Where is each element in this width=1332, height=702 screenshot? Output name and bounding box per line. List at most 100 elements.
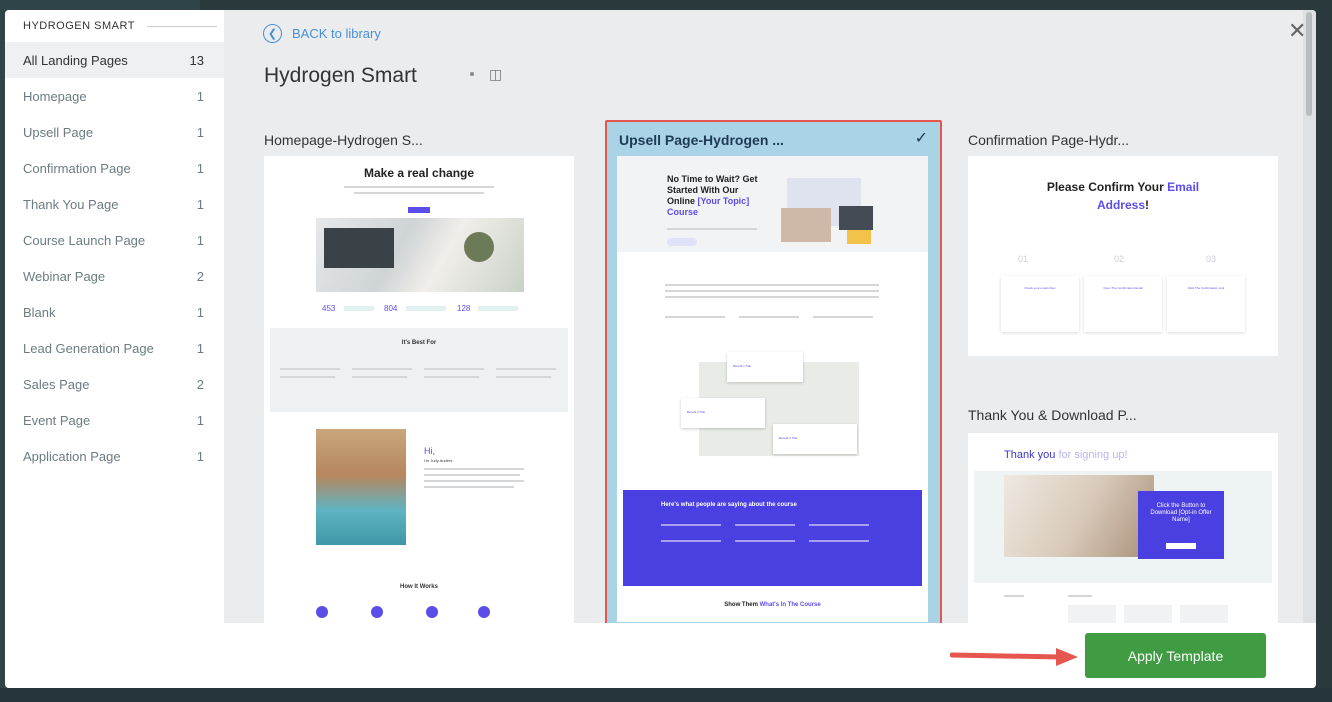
- headline-punct: !: [1145, 198, 1150, 212]
- separator-dot: [470, 72, 474, 76]
- cta-text: Click the Button to Download [Opt-in Off…: [1150, 503, 1212, 523]
- thumb-image: [316, 218, 524, 292]
- monitor-shape: [324, 228, 394, 268]
- text-placeholder: [665, 296, 879, 298]
- text-placeholder: [661, 540, 721, 542]
- step-dot: [371, 606, 383, 618]
- cta-button: [1166, 543, 1196, 549]
- modal-footer: Apply Template: [5, 623, 1316, 688]
- text-placeholder: [424, 468, 524, 470]
- sidebar-item-all-landing-pages[interactable]: All Landing Pages 13: [5, 42, 224, 78]
- sidebar-item-homepage[interactable]: Homepage 1: [5, 78, 224, 114]
- sidebar-item-count: 1: [196, 88, 204, 104]
- text-placeholder: [424, 376, 479, 378]
- card-title-confirmation[interactable]: Confirmation Page-Hydr...: [968, 132, 1129, 148]
- text-placeholder: [665, 284, 879, 286]
- text-placeholder: [735, 540, 795, 542]
- text-placeholder: [813, 316, 873, 318]
- apply-template-button[interactable]: Apply Template: [1085, 633, 1266, 678]
- heading-part: What's In The Course: [759, 602, 821, 608]
- sidebar-item-webinar-page[interactable]: Webinar Page 2: [5, 258, 224, 294]
- sitemap-icon[interactable]: ◫: [489, 66, 502, 83]
- benefit-title: Benefit 2 Title: [687, 410, 706, 414]
- text-placeholder: [352, 368, 412, 370]
- thumb-headline-2: Address!: [968, 198, 1278, 212]
- sidebar-item-course-launch-page[interactable]: Course Launch Page 1: [5, 222, 224, 258]
- thumb-greeting: Hi,: [424, 446, 435, 456]
- text-placeholder: [280, 368, 340, 370]
- sidebar-item-label: Lead Generation Page: [23, 340, 154, 356]
- chevron-left-icon: ❮: [263, 24, 282, 43]
- text-placeholder: [424, 474, 520, 476]
- sidebar-item-label: Upsell Page: [23, 124, 94, 140]
- sidebar-item-upsell-page[interactable]: Upsell Page 1: [5, 114, 224, 150]
- sidebar-item-lead-generation-page[interactable]: Lead Generation Page 1: [5, 330, 224, 366]
- sidebar-item-count: 1: [196, 160, 204, 176]
- sidebar-item-sales-page[interactable]: Sales Page 2: [5, 366, 224, 402]
- section-heading: Show Them What's In The Course: [617, 602, 928, 608]
- text-placeholder: [424, 480, 524, 482]
- product-card: [1068, 605, 1116, 623]
- text-placeholder: [496, 368, 556, 370]
- headline-part: Online: [667, 196, 696, 206]
- thumb-author: I'm Judy Anders: [424, 458, 453, 463]
- hero-section: [617, 156, 928, 252]
- sidebar-item-event-page[interactable]: Event Page 1: [5, 402, 224, 438]
- back-label: BACK to library: [292, 26, 381, 41]
- testimonials-section: Here's what people are saying about the …: [623, 490, 922, 586]
- benefit-card: Benefit 1 Title: [727, 352, 803, 382]
- best-for-section: It's Best For: [270, 328, 568, 412]
- text-placeholder: [665, 316, 725, 318]
- thumbnail-homepage[interactable]: Make a real change 453 804 128 It's Best…: [264, 156, 574, 623]
- close-icon[interactable]: ✕: [1288, 18, 1306, 44]
- headline-topic: [Your Topic]: [697, 196, 750, 206]
- text-placeholder: [280, 376, 335, 378]
- thumb-button: [667, 238, 697, 246]
- step-label: Open The Confirmation Email: [1103, 286, 1143, 290]
- headline-part: for signing up!: [1058, 449, 1128, 461]
- step-card: Check your email inbox: [1001, 276, 1079, 332]
- thumbnail-thankyou[interactable]: Thank you for signing up! Click the Butt…: [968, 433, 1278, 623]
- back-to-library-link[interactable]: ❮ BACK to library: [263, 24, 381, 43]
- headline-part: Thank you: [1004, 449, 1056, 461]
- thumbnail-confirmation[interactable]: Please Confirm Your Email Address! 01 02…: [968, 156, 1278, 356]
- step-number: 03: [1206, 254, 1217, 264]
- card-title-homepage[interactable]: Homepage-Hydrogen S...: [264, 132, 423, 148]
- heading-part: Show Them: [724, 602, 758, 608]
- step-dot: [316, 606, 328, 618]
- thumb-image: [847, 230, 871, 244]
- headline-part: Address: [1096, 198, 1146, 212]
- thumb-headline: No Time to Wait? Get Started With Our On…: [667, 174, 758, 218]
- sidebar-item-thank-you-page[interactable]: Thank You Page 1: [5, 186, 224, 222]
- sidebar-item-count: 1: [196, 448, 204, 464]
- stat-label-placeholder: [344, 306, 374, 311]
- card-title-thankyou[interactable]: Thank You & Download P...: [968, 407, 1137, 423]
- sidebar-header: HYDROGEN SMART: [5, 10, 224, 42]
- template-gallery: ❮ BACK to library Hydrogen Smart ◫ Homep…: [224, 10, 1316, 626]
- profile-photo: [316, 429, 406, 545]
- product-card: [1124, 605, 1172, 623]
- text-placeholder: [352, 376, 407, 378]
- sidebar-item-count: 1: [196, 304, 204, 320]
- text-placeholder: [739, 316, 799, 318]
- sidebar-item-confirmation-page[interactable]: Confirmation Page 1: [5, 150, 224, 186]
- selected-template-card[interactable]: Upsell Page-Hydrogen ... ✓ No Time to Wa…: [605, 120, 942, 626]
- step-number: 02: [1114, 254, 1125, 264]
- sidebar-item-blank[interactable]: Blank 1: [5, 294, 224, 330]
- stat-label-placeholder: [478, 306, 518, 311]
- text-placeholder: [809, 524, 869, 526]
- thumb-headline: Thank you for signing up!: [1004, 449, 1128, 461]
- benefit-card: Benefit 2 Title: [681, 398, 765, 428]
- text-placeholder: [735, 524, 795, 526]
- stat-label-placeholder: [406, 306, 446, 311]
- template-modal: HYDROGEN SMART All Landing Pages 13 Home…: [5, 10, 1316, 688]
- text-placeholder: [667, 228, 757, 230]
- sidebar-item-count: 1: [196, 340, 204, 356]
- page-title: Hydrogen Smart: [264, 64, 417, 87]
- text-placeholder: [1068, 595, 1092, 597]
- cta-box: Click the Button to Download [Opt-in Off…: [1138, 491, 1224, 559]
- thumbnail-upsell: No Time to Wait? Get Started With Our On…: [617, 156, 928, 622]
- sidebar-item-application-page[interactable]: Application Page 1: [5, 438, 224, 474]
- scrollbar-thumb[interactable]: [1306, 12, 1312, 116]
- text-placeholder: [1004, 595, 1024, 597]
